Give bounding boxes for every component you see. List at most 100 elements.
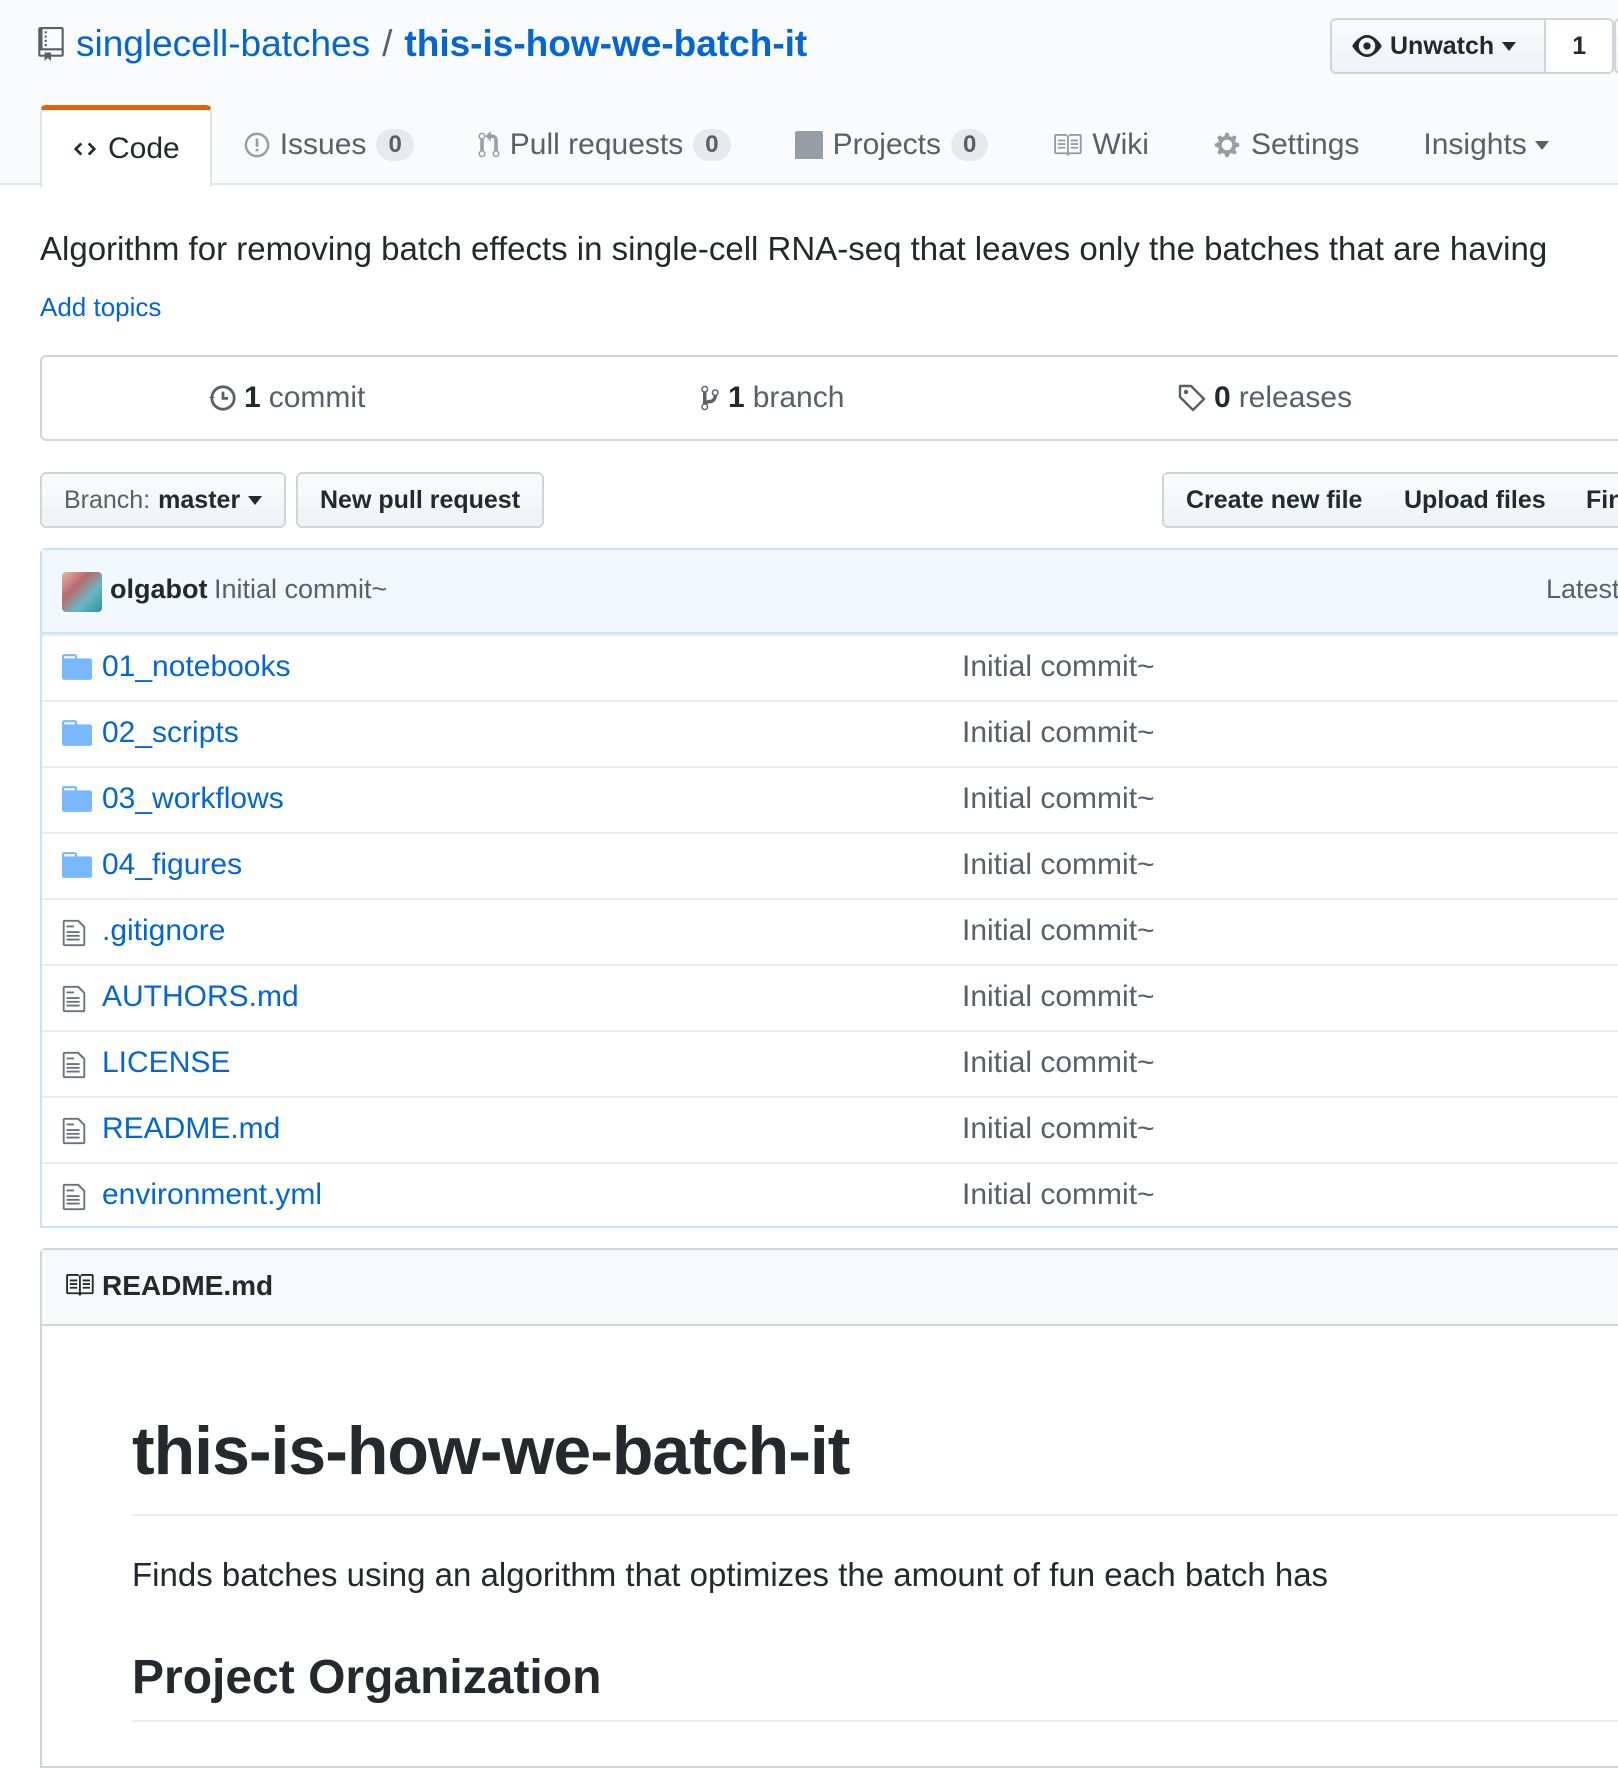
commits-summary-link[interactable]: 1 commit: [208, 357, 365, 439]
repo-nav: Code Issues 0 Pull requests 0 Projects 0: [40, 105, 1581, 187]
pull-requests-counter: 0: [693, 129, 731, 161]
readme-title: this-is-how-we-batch-it: [132, 1413, 850, 1489]
file-name-link[interactable]: .gitignore: [102, 914, 225, 948]
git-branch-icon: [701, 385, 719, 411]
repo-owner-link[interactable]: singlecell-batches: [76, 23, 370, 65]
book-icon: [66, 1274, 94, 1296]
unwatch-label: Unwatch: [1390, 31, 1495, 60]
book-icon: [1054, 134, 1082, 156]
file-name-link[interactable]: 04_figures: [102, 848, 242, 882]
file-name-link[interactable]: AUTHORS.md: [102, 980, 299, 1014]
caret-down-icon: [248, 495, 263, 505]
branches-label: branch: [752, 381, 845, 414]
releases-label: releases: [1238, 381, 1353, 414]
file-commit-message-link[interactable]: Initial commit~: [962, 650, 1155, 684]
branch-select-button[interactable]: Branch: master: [40, 472, 287, 528]
numbers-summary: 1 commit 1 branch 0 releases: [40, 355, 1618, 441]
file-icon: [62, 1183, 86, 1211]
repo-title: singlecell-batches / this-is-how-we-batc…: [38, 20, 807, 68]
repo-name-link[interactable]: this-is-how-we-batch-it: [404, 23, 807, 65]
file-icon: [62, 919, 86, 947]
add-topics-link[interactable]: Add topics: [40, 292, 161, 323]
branch-prefix: Branch:: [64, 485, 151, 514]
tag-icon: [1178, 384, 1206, 412]
file-commit-message-link[interactable]: Initial commit~: [962, 1112, 1155, 1146]
releases-summary-link[interactable]: 0 releases: [1178, 357, 1352, 439]
file-icon: [62, 1051, 86, 1079]
table-row: LICENSE Initial commit~: [42, 1030, 1618, 1096]
readme-filename: README.md: [102, 1270, 274, 1301]
latest-commit-label: Latest: [1546, 574, 1618, 604]
file-commit-message-link[interactable]: Initial commit~: [962, 980, 1155, 1014]
folder-icon: [62, 786, 92, 812]
folder-icon: [62, 654, 92, 680]
find-file-button[interactable]: Fin: [1564, 472, 1618, 528]
file-commit-message-link[interactable]: Initial commit~: [962, 716, 1155, 750]
tab-wiki[interactable]: Wiki: [1020, 105, 1181, 185]
commit-tease: olgabot Initial commit~ Latest: [42, 550, 1618, 634]
table-row: 01_notebooks Initial commit~: [42, 634, 1618, 700]
tab-code-label: Code: [108, 131, 180, 165]
table-row: .gitignore Initial commit~: [42, 898, 1618, 964]
caret-down-icon: [1502, 41, 1517, 51]
new-pull-request-button[interactable]: New pull request: [296, 472, 545, 528]
table-row: README.md Initial commit~: [42, 1096, 1618, 1162]
readme-box: README.md this-is-how-we-batch-it Finds …: [40, 1248, 1618, 1768]
tab-projects[interactable]: Projects 0: [763, 105, 1021, 185]
issue-opened-icon: [244, 132, 270, 158]
tab-settings-label: Settings: [1250, 128, 1360, 161]
projects-counter: 0: [950, 129, 989, 161]
file-commit-message-link[interactable]: Initial commit~: [962, 1178, 1155, 1212]
file-name-link[interactable]: README.md: [102, 1112, 280, 1146]
issues-counter: 0: [376, 129, 414, 161]
watch-group: Unwatch 1: [1330, 18, 1615, 74]
tab-insights-label: Insights: [1423, 128, 1527, 161]
file-name-link[interactable]: environment.yml: [102, 1178, 322, 1212]
avatar[interactable]: [62, 572, 102, 612]
file-icon: [62, 985, 86, 1013]
table-row: environment.yml Initial commit~: [42, 1162, 1618, 1228]
caret-down-icon: [1534, 140, 1549, 150]
eye-icon: [1352, 35, 1382, 57]
project-icon: [794, 131, 823, 159]
file-commit-message-link[interactable]: Initial commit~: [962, 1046, 1155, 1080]
divider: [132, 1514, 1618, 1516]
file-name-link[interactable]: 02_scripts: [102, 716, 239, 750]
unwatch-button[interactable]: Unwatch: [1330, 18, 1547, 74]
commits-label: commit: [268, 381, 366, 414]
star-button-partial[interactable]: [1614, 18, 1618, 74]
readme-paragraph: Finds batches using an algorithm that op…: [132, 1556, 1329, 1593]
file-name-link[interactable]: 03_workflows: [102, 782, 284, 816]
git-pull-request-icon: [478, 131, 500, 158]
file-commit-message-link[interactable]: Initial commit~: [962, 782, 1155, 816]
table-row: 04_figures Initial commit~: [42, 832, 1618, 898]
tab-pull-requests-label: Pull requests: [509, 128, 684, 161]
branches-summary-link[interactable]: 1 branch: [700, 357, 844, 439]
file-name-link[interactable]: 01_notebooks: [102, 650, 291, 684]
commit-message-link[interactable]: Initial commit~: [214, 574, 387, 605]
file-list: olgabot Initial commit~ Latest 01_notebo…: [40, 548, 1618, 1228]
folder-icon: [62, 852, 92, 878]
branch-name: master: [158, 485, 241, 514]
tab-insights[interactable]: Insights: [1391, 105, 1580, 185]
repo-header: singlecell-batches / this-is-how-we-batc…: [0, 0, 1618, 187]
releases-count: 0: [1214, 381, 1231, 414]
code-icon: [73, 142, 97, 155]
tab-projects-label: Projects: [832, 128, 941, 161]
readme-section-heading: Project Organization: [132, 1651, 602, 1704]
file-icon: [62, 1117, 86, 1145]
gear-icon: [1214, 132, 1240, 158]
history-icon: [209, 385, 236, 411]
file-commit-message-link[interactable]: Initial commit~: [962, 848, 1155, 882]
create-new-file-button[interactable]: Create new file: [1162, 472, 1387, 528]
file-name-link[interactable]: LICENSE: [102, 1046, 230, 1080]
tab-settings[interactable]: Settings: [1181, 105, 1391, 185]
file-commit-message-link[interactable]: Initial commit~: [962, 914, 1155, 948]
tab-issues[interactable]: Issues 0: [212, 105, 446, 185]
tab-pull-requests[interactable]: Pull requests 0: [446, 105, 763, 185]
upload-files-button[interactable]: Upload files: [1382, 472, 1570, 528]
tab-code[interactable]: Code: [40, 105, 212, 187]
watchers-count-link[interactable]: 1: [1546, 18, 1615, 74]
commit-author-link[interactable]: olgabot: [110, 574, 207, 605]
folder-icon: [62, 720, 92, 746]
